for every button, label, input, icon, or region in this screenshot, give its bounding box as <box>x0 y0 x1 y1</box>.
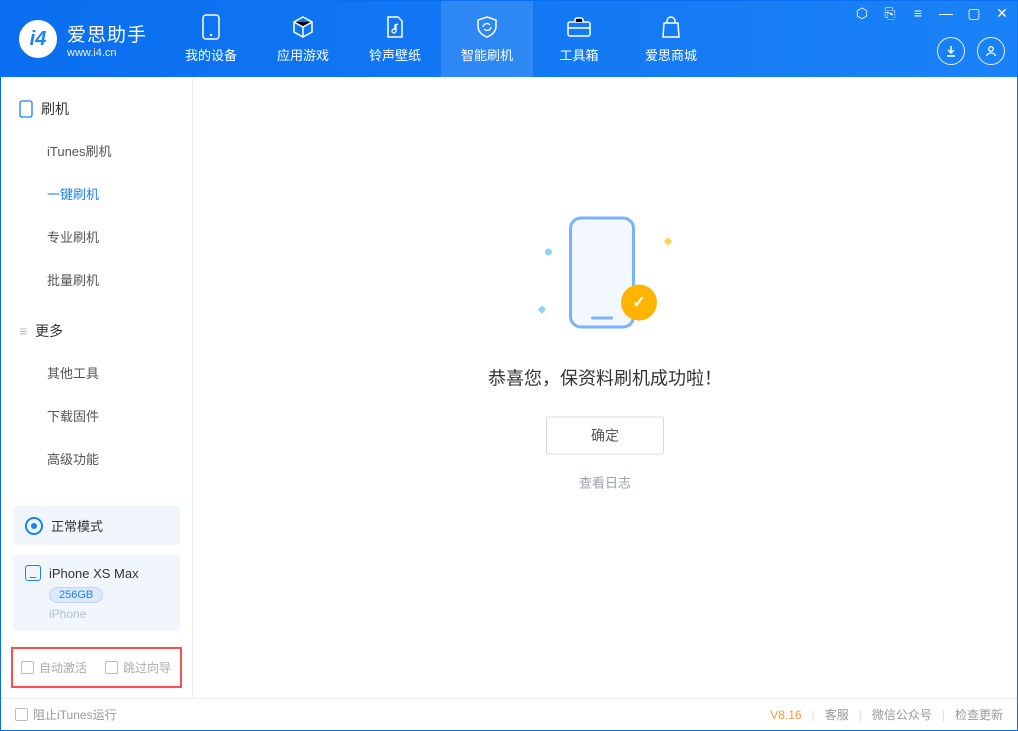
app-url: www.i4.cn <box>67 47 147 59</box>
group-title: 更多 <box>35 321 63 341</box>
link-check-update[interactable]: 检查更新 <box>955 706 1003 723</box>
sidebar-group-flash: 刷机 <box>1 89 192 129</box>
checkbox-skip-wizard[interactable]: 跳过向导 <box>105 659 171 676</box>
window-controls: ⬡ ⎘ ≡ — ▢ ✕ <box>853 5 1011 22</box>
checkbox-label: 跳过向导 <box>123 659 171 676</box>
checkbox-icon <box>21 661 34 674</box>
sidebar-item-onekey-flash[interactable]: 一键刷机 <box>1 172 192 215</box>
tab-label: 智能刷机 <box>461 45 513 64</box>
tab-store[interactable]: 爱思商城 <box>625 1 717 77</box>
bag-icon <box>658 14 684 40</box>
cube-icon <box>290 14 316 40</box>
checkbox-icon <box>15 708 28 721</box>
logo: i4 爱思助手 www.i4.cn <box>1 20 165 59</box>
header: i4 爱思助手 www.i4.cn 我的设备 应用游戏 <box>1 1 1017 77</box>
tab-label: 铃声壁纸 <box>369 45 421 64</box>
check-icon: ✓ <box>621 285 657 321</box>
phone-icon <box>19 100 33 118</box>
tab-smart-flash[interactable]: 智能刷机 <box>441 1 533 77</box>
briefcase-icon <box>566 14 592 40</box>
tab-toolbox[interactable]: 工具箱 <box>533 1 625 77</box>
tab-label: 应用游戏 <box>277 45 329 64</box>
download-button[interactable] <box>937 37 965 65</box>
sidebar-item-batch-flash[interactable]: 批量刷机 <box>1 258 192 301</box>
tab-label: 我的设备 <box>185 45 237 64</box>
header-right-buttons <box>937 37 1005 65</box>
main-content: ✓ 恭喜您，保资料刷机成功啦！ 确定 查看日志 <box>193 77 1017 698</box>
checkbox-icon <box>105 661 118 674</box>
tab-apps-games[interactable]: 应用游戏 <box>257 1 349 77</box>
header-tabs: 我的设备 应用游戏 铃声壁纸 智能刷机 <box>165 1 717 77</box>
tab-ringtone-wallpaper[interactable]: 铃声壁纸 <box>349 1 441 77</box>
close-button[interactable]: ✕ <box>993 5 1011 22</box>
success-illustration: ✓ <box>535 209 675 339</box>
mode-icon <box>25 517 43 535</box>
device-type: iPhone <box>49 607 168 621</box>
sidebar-item-download-firmware[interactable]: 下载固件 <box>1 394 192 437</box>
device-storage: 256GB <box>49 587 103 603</box>
more-icon: ≡ <box>19 323 27 339</box>
sidebar: 刷机 iTunes刷机 一键刷机 专业刷机 批量刷机 ≡ 更多 其他工具 下载固… <box>1 77 193 698</box>
checkbox-block-itunes[interactable]: 阻止iTunes运行 <box>15 706 117 723</box>
checkbox-label: 阻止iTunes运行 <box>33 706 117 723</box>
body: 刷机 iTunes刷机 一键刷机 专业刷机 批量刷机 ≡ 更多 其他工具 下载固… <box>1 77 1017 698</box>
refresh-shield-icon <box>474 14 500 40</box>
maximize-button[interactable]: ▢ <box>965 5 983 22</box>
device-name: iPhone XS Max <box>49 566 139 581</box>
link-customer-service[interactable]: 客服 <box>825 706 849 723</box>
link-wechat[interactable]: 微信公众号 <box>872 706 932 723</box>
minimize-button[interactable]: — <box>937 5 955 22</box>
mode-label: 正常模式 <box>51 516 103 535</box>
sidebar-item-pro-flash[interactable]: 专业刷机 <box>1 215 192 258</box>
view-log-link[interactable]: 查看日志 <box>579 473 631 492</box>
feedback-icon[interactable]: ⎘ <box>881 5 899 22</box>
success-message: 恭喜您，保资料刷机成功啦！ <box>488 365 722 391</box>
shirt-icon[interactable]: ⬡ <box>853 5 871 22</box>
ok-button[interactable]: 确定 <box>546 417 664 455</box>
checkbox-auto-activate[interactable]: 自动激活 <box>21 659 87 676</box>
highlighted-options: 自动激活 跳过向导 <box>11 647 182 688</box>
app-name: 爱思助手 <box>67 20 147 47</box>
version-label: V8.16 <box>770 708 801 722</box>
device-icon <box>25 565 41 581</box>
app-window: i4 爱思助手 www.i4.cn 我的设备 应用游戏 <box>0 0 1018 731</box>
device-card[interactable]: iPhone XS Max 256GB iPhone <box>13 555 180 631</box>
user-button[interactable] <box>977 37 1005 65</box>
footer: 阻止iTunes运行 V8.16 | 客服 | 微信公众号 | 检查更新 <box>1 698 1017 730</box>
mode-card[interactable]: 正常模式 <box>13 506 180 545</box>
tab-label: 工具箱 <box>560 45 599 64</box>
checkbox-label: 自动激活 <box>39 659 87 676</box>
tab-my-device[interactable]: 我的设备 <box>165 1 257 77</box>
logo-icon: i4 <box>19 20 57 58</box>
sidebar-group-more: ≡ 更多 <box>1 311 192 351</box>
tab-label: 爱思商城 <box>645 45 697 64</box>
sidebar-item-advanced[interactable]: 高级功能 <box>1 437 192 480</box>
music-file-icon <box>382 14 408 40</box>
group-title: 刷机 <box>41 99 69 119</box>
sidebar-item-other-tools[interactable]: 其他工具 <box>1 351 192 394</box>
sidebar-item-itunes-flash[interactable]: iTunes刷机 <box>1 129 192 172</box>
menu-icon[interactable]: ≡ <box>909 5 927 22</box>
phone-icon <box>198 14 224 40</box>
